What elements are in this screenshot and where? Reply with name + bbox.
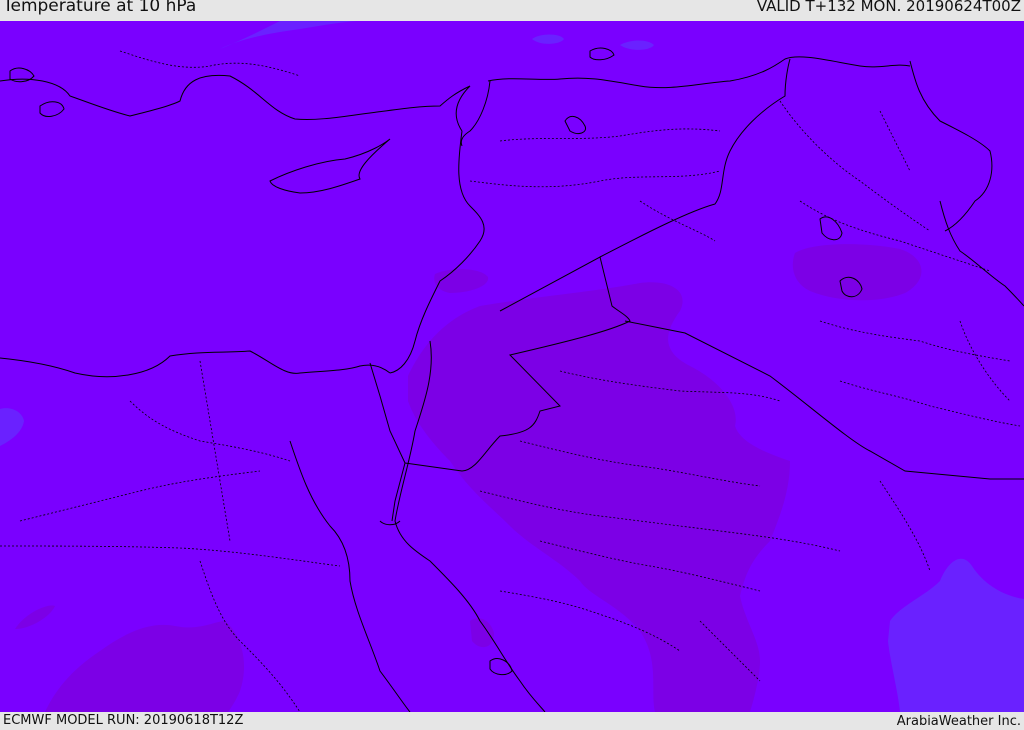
- valid-time-label: VALID T+132 MON. 20190624T00Z: [756, 0, 1021, 15]
- map-canvas: [0, 21, 1024, 712]
- map-title: Temperature at 10 hPa: [3, 0, 197, 16]
- map-panel[interactable]: [0, 21, 1024, 712]
- model-run-label: ECMWF MODEL RUN: 20190618T12Z: [3, 713, 244, 728]
- header-bar: Temperature at 10 hPa VALID T+132 MON. 2…: [0, 0, 1024, 21]
- brand-label: ArabiaWeather Inc.: [896, 714, 1021, 729]
- footer-bar: ECMWF MODEL RUN: 20190618T12Z ArabiaWeat…: [0, 712, 1024, 729]
